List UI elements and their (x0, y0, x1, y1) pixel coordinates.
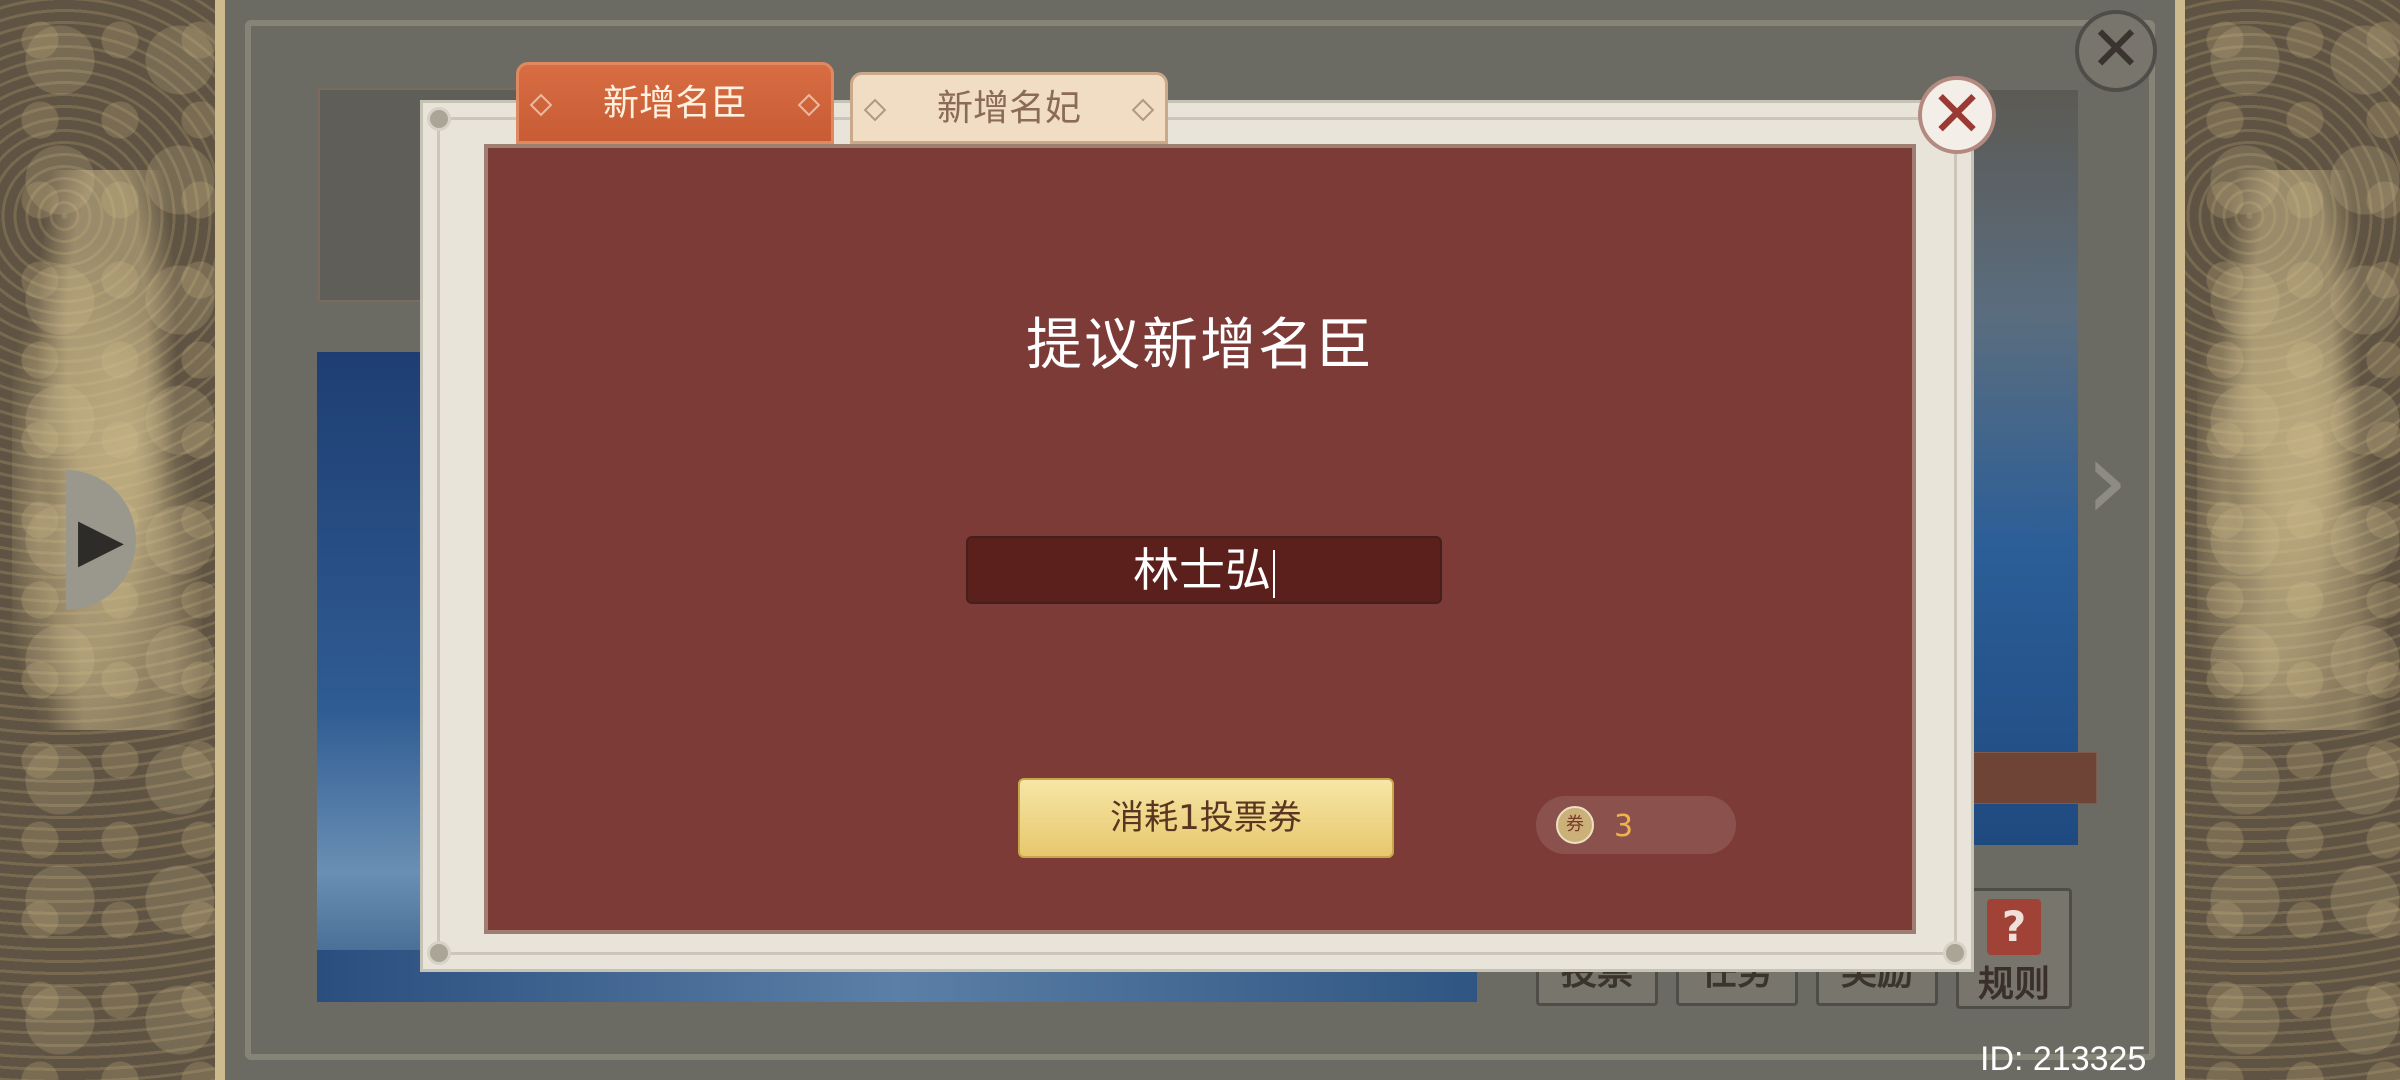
rules-book-icon: ? (1987, 899, 2041, 955)
dialog-title: 提议新增名臣 (1026, 313, 1374, 378)
confirm-vote-button[interactable]: 消耗1投票券 (1018, 778, 1394, 858)
user-id-label: ID: 213325 (1980, 1040, 2147, 1078)
frame-corner-dot (427, 941, 451, 965)
tab-diamond-icon (863, 98, 887, 122)
tab-diamond-icon (1131, 98, 1155, 122)
frame-corner-dot (1943, 941, 1967, 965)
background-info-bar (1960, 752, 2097, 804)
background-close-icon[interactable]: ✕ (2075, 10, 2157, 92)
vote-ticket-icon: 券 (1556, 806, 1594, 844)
name-input-value: 林士弘 (1133, 543, 1271, 597)
next-arrow-icon[interactable]: › (2085, 420, 2135, 540)
dragon-decoration (12, 170, 202, 730)
tab-new-consort[interactable]: 新增名妃 (850, 72, 1168, 144)
text-caret (1273, 549, 1275, 598)
dialog-close-icon[interactable]: ✕ (1918, 76, 1996, 154)
frame-corner-dot (427, 107, 451, 131)
right-dragon-panel (2175, 0, 2400, 1080)
tab-label: 新增名臣 (602, 83, 747, 124)
rules-label: 规则 (1977, 964, 2050, 1005)
dragon-decoration (2197, 170, 2387, 730)
tab-diamond-icon (529, 93, 553, 117)
tab-new-minister[interactable]: 新增名臣 (516, 62, 834, 144)
name-input[interactable]: 林士弘 (966, 536, 1442, 604)
ticket-balance: 券 3 (1536, 796, 1736, 854)
ticket-count: 3 (1614, 809, 1634, 844)
background-artwork-right (1960, 90, 2078, 845)
tab-diamond-icon (797, 93, 821, 117)
tab-label: 新增名妃 (936, 88, 1081, 129)
